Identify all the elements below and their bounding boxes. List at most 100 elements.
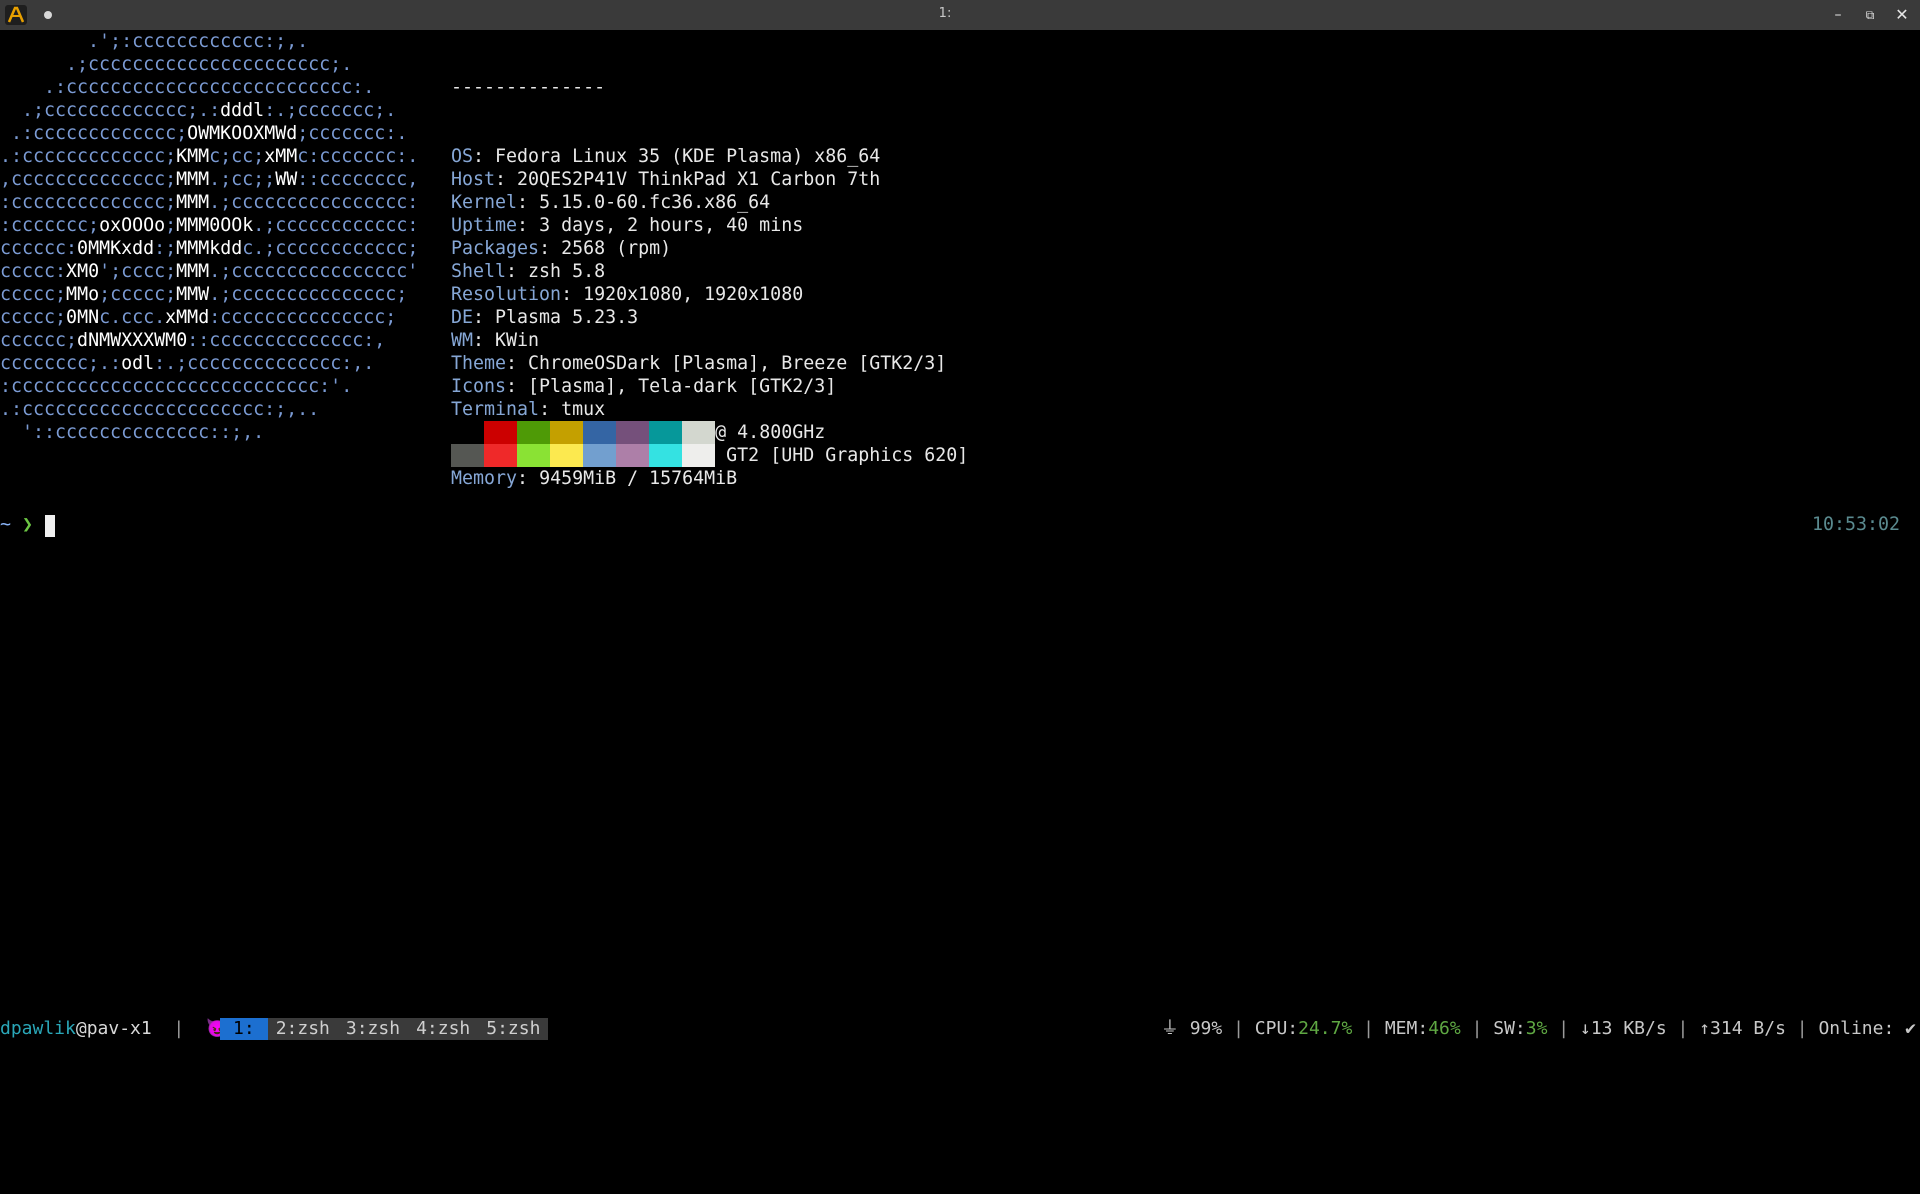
upload-rate: ↑314 B/s — [1699, 1018, 1786, 1039]
logo-line: :ccccccc;oxOOOo;MMM0OOk.;cccccccccccc: — [0, 215, 419, 236]
info-value: 9459MiB / 15764MiB — [539, 468, 738, 489]
logo-line: ccccc;0MNc.ccc.xMMd:ccccccccccccccc; — [0, 307, 397, 328]
logo-line: .:ccccccccccccc;OWMKOOXMWd;ccccccc:. — [0, 123, 408, 144]
shell-prompt: ~ ❯ — [0, 513, 33, 536]
info-key: Kernel — [451, 192, 518, 213]
info-row: Icons: [Plasma], Tela-dark [GTK2/3] — [451, 376, 837, 397]
info-value: 5.15.0-60.fc36.x86_64 — [539, 192, 771, 213]
maximize-button[interactable]: ⧉ — [1860, 5, 1880, 25]
info-value: 20QES2P41V ThinkPad X1 Carbon 7th — [517, 169, 881, 190]
logo-line: ccccc;MMo;ccccc;MMW.;ccccccccccccccc; — [0, 284, 408, 305]
info-key: WM — [451, 330, 474, 351]
info-key: OS — [451, 146, 474, 167]
pin-dot-icon[interactable] — [44, 11, 52, 19]
info-row: DE: Plasma 5.23.3 — [451, 307, 639, 328]
logo-line: :cccccccccccccccccccccccccccc:'. — [0, 376, 353, 397]
palette-swatch — [616, 444, 649, 467]
palette-swatch — [550, 444, 583, 467]
fedora-ascii-logo: .';:cccccccccccc:;,. .;ccccccccccccccccc… — [0, 30, 418, 444]
download-rate: ↓13 KB/s — [1579, 1018, 1667, 1039]
palette-swatch — [616, 421, 649, 444]
logo-line: .:ccccccccccccc;KMMc;cc;xMMc:ccccccc:. — [0, 146, 419, 167]
mem-value: 46% — [1428, 1018, 1461, 1039]
info-row: Uptime: 3 days, 2 hours, 40 mins — [451, 215, 804, 236]
info-row: Theme: ChromeOSDark [Plasma], Breeze [GT… — [451, 353, 947, 374]
info-value: KWin — [495, 330, 540, 351]
info-key: Theme — [451, 353, 507, 374]
terminal-area[interactable]: .';:cccccccccccc:;,. .;ccccccccccccccccc… — [0, 30, 1920, 1014]
info-value: Plasma 5.23.3 — [495, 307, 639, 328]
tmux-window-tab[interactable]: 1: — [220, 1018, 268, 1040]
info-row: Host: 20QES2P41V ThinkPad X1 Carbon 7th — [451, 169, 881, 190]
info-value: 1920x1080, 1920x1080 — [583, 284, 804, 305]
palette-swatch — [451, 421, 484, 444]
logo-line: cccccc:0MMKxdd:;MMMkddc.;cccccccccccc; — [0, 238, 419, 259]
logo-line: .';:cccccccccccc:;,. — [0, 31, 309, 52]
info-key: Terminal — [451, 399, 540, 420]
palette-swatch — [517, 421, 550, 444]
swap-label: SW: — [1493, 1018, 1526, 1039]
palette-swatch — [649, 421, 682, 444]
logo-line: :cccccccccccccc;MMM.;cccccccccccccccc: — [0, 192, 419, 213]
tmux-window-tab[interactable]: 2:zsh — [268, 1018, 338, 1040]
mem-label: MEM: — [1384, 1018, 1429, 1039]
color-palette-bright — [451, 444, 715, 467]
logo-line: ,cccccccccccccc;MMM.;cc;;WW::cccccccc, — [0, 169, 419, 190]
info-key: Icons — [451, 376, 507, 397]
status-separator: | — [173, 1018, 185, 1039]
status-left: dpawlik@pav-x1 | 😈 — [0, 1014, 228, 1044]
cpu-label: CPU: — [1254, 1018, 1299, 1039]
palette-swatch — [682, 444, 715, 467]
window-title: 1: — [938, 6, 952, 21]
tmux-window-tab[interactable]: 3:zsh — [338, 1018, 408, 1040]
info-row: Terminal: tmux — [451, 399, 606, 420]
info-separator: -------------- — [451, 77, 606, 98]
status-right: ⏚ 99% | CPU:24.7% | MEM:46% | SW:3% | ↓1… — [1160, 1018, 1916, 1039]
logo-line: .;cccccccccccccccccccccc;. — [0, 54, 353, 75]
tmux-window-tab[interactable]: 4:zsh — [408, 1018, 478, 1040]
plug-icon: ⏚ — [1160, 1018, 1179, 1039]
cpu-value: 24.7% — [1298, 1018, 1353, 1039]
info-row: Shell: zsh 5.8 — [451, 261, 606, 282]
konsole-app-icon[interactable] — [5, 5, 27, 25]
info-row: Kernel: 5.15.0-60.fc36.x86_64 — [451, 192, 771, 213]
close-button[interactable]: ✕ — [1892, 5, 1912, 25]
palette-swatch — [484, 421, 517, 444]
palette-swatch — [682, 421, 715, 444]
info-value: Fedora Linux 35 (KDE Plasma) x86_64 — [495, 146, 881, 167]
info-key: Shell — [451, 261, 507, 282]
online-check-icon: ✔ — [1905, 1018, 1916, 1039]
info-row: Packages: 2568 (rpm) — [451, 238, 672, 259]
palette-swatch — [484, 444, 517, 467]
logo-line: ccccc:XM0';cccc;MMM.;cccccccccccccccc' — [0, 261, 419, 282]
battery-level: 99% — [1189, 1018, 1223, 1039]
status-user: dpawlik — [0, 1018, 76, 1039]
logo-line: '::cccccccccccccc::;,. — [0, 422, 265, 443]
palette-swatch — [550, 421, 583, 444]
prompt-symbol: ❯ — [22, 514, 34, 535]
swap-value: 3% — [1525, 1018, 1548, 1039]
status-host: @pav-x1 — [75, 1018, 152, 1039]
logo-line: .:cccccccccccccccccccccccccc:. — [0, 77, 375, 98]
prompt-time: 10:53:02 — [1811, 514, 1900, 535]
info-value: tmux — [561, 399, 606, 420]
text-cursor — [45, 515, 55, 537]
info-row: WM: KWin — [451, 330, 540, 351]
title-bar: 1: – ⧉ ✕ — [0, 0, 1920, 30]
info-value: 3 days, 2 hours, 40 mins — [539, 215, 804, 236]
logo-line: .;ccccccccccccc;.:dddl:.;ccccccc;. — [0, 100, 397, 121]
info-key: Memory — [451, 468, 518, 489]
color-palette-normal — [451, 421, 715, 444]
logo-line: .:cccccccccccccccccccccc:;,.. — [0, 399, 320, 420]
info-key: Host — [451, 169, 496, 190]
tmux-window-tab[interactable]: 5:zsh — [478, 1018, 548, 1040]
tmux-status-bar: dpawlik@pav-x1 | 😈 1: 2:zsh 3:zsh 4:zsh 5:zs… — [0, 1014, 1920, 1044]
online-label: Online: — [1818, 1018, 1895, 1039]
info-row: OS: Fedora Linux 35 (KDE Plasma) x86_64 — [451, 146, 881, 167]
info-key: Resolution — [451, 284, 562, 305]
info-key: Uptime — [451, 215, 518, 236]
palette-swatch — [649, 444, 682, 467]
minimize-button[interactable]: – — [1828, 5, 1848, 25]
info-row: Resolution: 1920x1080, 1920x1080 — [451, 284, 804, 305]
info-value: zsh 5.8 — [528, 261, 606, 282]
